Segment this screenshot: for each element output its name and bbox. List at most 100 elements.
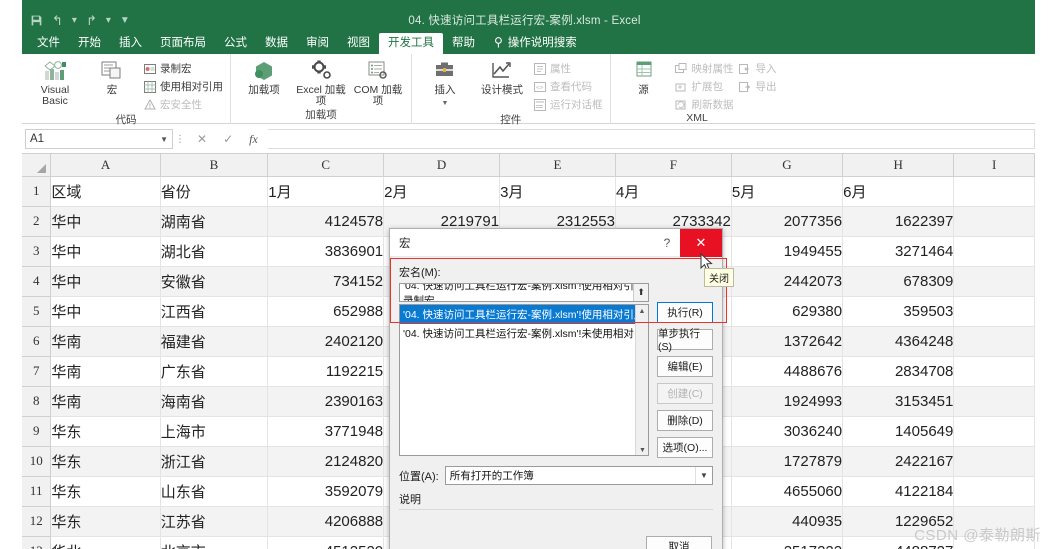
column-header-H[interactable]: H bbox=[842, 154, 955, 177]
column-header-A[interactable]: A bbox=[50, 154, 161, 177]
cell-I5[interactable] bbox=[953, 296, 1035, 327]
macro-dialog-button-0[interactable]: 执行(R) bbox=[657, 302, 713, 323]
macro-name-input[interactable]: '04. 快速访问工具栏运行宏-案例.xlsm'!使用相对引用录制宏 ⬆ bbox=[399, 283, 649, 302]
cell-G10[interactable]: 1727879 bbox=[731, 446, 844, 477]
cell-H1[interactable]: 6月 bbox=[842, 176, 955, 207]
ribbon-tab-0[interactable]: 文件 bbox=[28, 33, 69, 54]
use-relative-references-button[interactable]: 使用相对引用 bbox=[143, 79, 223, 94]
insert-control-dropdown-icon[interactable]: ▼ bbox=[442, 98, 449, 109]
cell-C3[interactable]: 3836901 bbox=[267, 236, 385, 267]
cell-H8[interactable]: 3153451 bbox=[842, 386, 955, 417]
name-box[interactable]: A1 ▼ bbox=[25, 129, 173, 149]
cell-I1[interactable] bbox=[953, 176, 1035, 207]
cell-H10[interactable]: 2422167 bbox=[842, 446, 955, 477]
cell-A12[interactable]: 华东 bbox=[50, 506, 161, 537]
cell-G11[interactable]: 4655060 bbox=[731, 476, 844, 507]
cell-A10[interactable]: 华东 bbox=[50, 446, 161, 477]
row-header-9[interactable]: 9 bbox=[22, 416, 52, 447]
chevron-down-icon[interactable]: ▼ bbox=[695, 467, 712, 484]
help-icon[interactable]: ? bbox=[654, 236, 680, 250]
cell-G8[interactable]: 1924993 bbox=[731, 386, 844, 417]
cell-B11[interactable]: 山东省 bbox=[160, 476, 269, 507]
cell-B5[interactable]: 江西省 bbox=[160, 296, 269, 327]
row-header-5[interactable]: 5 bbox=[22, 296, 52, 327]
com-addins-button[interactable]: COM 加载项 bbox=[352, 59, 404, 107]
cell-B12[interactable]: 江苏省 bbox=[160, 506, 269, 537]
visual-basic-button[interactable]: Visual Basic bbox=[29, 59, 81, 107]
cell-G5[interactable]: 629380 bbox=[731, 296, 844, 327]
cell-B1[interactable]: 省份 bbox=[160, 176, 269, 207]
cell-H2[interactable]: 1622397 bbox=[842, 206, 955, 237]
cell-B4[interactable]: 安徽省 bbox=[160, 266, 269, 297]
cell-A2[interactable]: 华中 bbox=[50, 206, 161, 237]
cancel-icon[interactable]: ✕ bbox=[197, 132, 207, 146]
ribbon-tab-1[interactable]: 开始 bbox=[69, 33, 110, 54]
view-code-button[interactable]: <> 查看代码 bbox=[533, 79, 603, 94]
cell-C4[interactable]: 734152 bbox=[267, 266, 385, 297]
cell-I2[interactable] bbox=[953, 206, 1035, 237]
column-header-E[interactable]: E bbox=[499, 154, 616, 177]
macro-name-spinner-icon[interactable]: ⬆ bbox=[633, 284, 648, 301]
cell-H4[interactable]: 678309 bbox=[842, 266, 955, 297]
cell-C7[interactable]: 1192215 bbox=[267, 356, 385, 387]
cell-C1[interactable]: 1月 bbox=[267, 176, 385, 207]
ribbon-tab-4[interactable]: 公式 bbox=[215, 33, 256, 54]
cell-C9[interactable]: 3771948 bbox=[267, 416, 385, 447]
cell-H11[interactable]: 4122184 bbox=[842, 476, 955, 507]
cell-G13[interactable]: 2517222 bbox=[731, 536, 844, 549]
formula-input[interactable] bbox=[267, 129, 1035, 149]
cell-B3[interactable]: 湖北省 bbox=[160, 236, 269, 267]
cell-H3[interactable]: 3271464 bbox=[842, 236, 955, 267]
row-header-13[interactable]: 13 bbox=[22, 536, 52, 549]
cell-G9[interactable]: 3036240 bbox=[731, 416, 844, 447]
cell-I7[interactable] bbox=[953, 356, 1035, 387]
cell-A9[interactable]: 华东 bbox=[50, 416, 161, 447]
xml-source-button[interactable]: 源 bbox=[618, 59, 670, 96]
cell-A7[interactable]: 华南 bbox=[50, 356, 161, 387]
macro-list-scrollbar[interactable]: ▲ ▼ bbox=[635, 305, 648, 455]
ribbon-tab-3[interactable]: 页面布局 bbox=[151, 33, 215, 54]
macro-dialog-button-4[interactable]: 删除(D) bbox=[657, 410, 713, 431]
scroll-down-icon[interactable]: ▼ bbox=[636, 444, 648, 455]
cell-G6[interactable]: 1372642 bbox=[731, 326, 844, 357]
row-header-12[interactable]: 12 bbox=[22, 506, 52, 537]
expansion-pack-button[interactable]: 扩展包 bbox=[675, 79, 734, 94]
cell-B6[interactable]: 福建省 bbox=[160, 326, 269, 357]
macro-button[interactable]: 宏 bbox=[86, 59, 138, 96]
macro-security-button[interactable]: 宏安全性 bbox=[143, 97, 223, 112]
cell-C8[interactable]: 2390163 bbox=[267, 386, 385, 417]
ribbon-tab-2[interactable]: 插入 bbox=[110, 33, 151, 54]
cancel-button[interactable]: 取消 bbox=[646, 536, 712, 549]
column-header-B[interactable]: B bbox=[160, 154, 269, 177]
cell-H5[interactable]: 359503 bbox=[842, 296, 955, 327]
cell-A6[interactable]: 华南 bbox=[50, 326, 161, 357]
select-all-corner[interactable] bbox=[22, 154, 52, 177]
row-header-4[interactable]: 4 bbox=[22, 266, 52, 297]
cell-F1[interactable]: 4月 bbox=[615, 176, 732, 207]
record-macro-button[interactable]: 录制宏 bbox=[143, 61, 223, 76]
macro-dialog-button-1[interactable]: 单步执行(S) bbox=[657, 328, 713, 353]
addins-button[interactable]: 加载项 bbox=[238, 59, 290, 96]
cell-B13[interactable]: 北京市 bbox=[160, 536, 269, 549]
cell-B10[interactable]: 浙江省 bbox=[160, 446, 269, 477]
column-header-F[interactable]: F bbox=[615, 154, 732, 177]
cell-A8[interactable]: 华南 bbox=[50, 386, 161, 417]
macro-list-item[interactable]: '04. 快速访问工具栏运行宏-案例.xlsm'!未使用相对引用录制宏 bbox=[400, 324, 648, 343]
export-button[interactable]: 导出 bbox=[739, 79, 777, 94]
row-header-3[interactable]: 3 bbox=[22, 236, 52, 267]
confirm-icon[interactable]: ✓ bbox=[223, 132, 233, 146]
cell-C13[interactable]: 4512520 bbox=[267, 536, 385, 549]
map-properties-button[interactable]: 映射属性 bbox=[675, 61, 734, 76]
row-header-8[interactable]: 8 bbox=[22, 386, 52, 417]
cell-A11[interactable]: 华东 bbox=[50, 476, 161, 507]
cell-H7[interactable]: 2834708 bbox=[842, 356, 955, 387]
cell-I10[interactable] bbox=[953, 446, 1035, 477]
cell-D1[interactable]: 2月 bbox=[383, 176, 501, 207]
cell-H9[interactable]: 1405649 bbox=[842, 416, 955, 447]
row-header-7[interactable]: 7 bbox=[22, 356, 52, 387]
scroll-up-icon[interactable]: ▲ bbox=[636, 305, 648, 318]
macro-list[interactable]: '04. 快速访问工具栏运行宏-案例.xlsm'!使用相对引用录制宏 '04. 快… bbox=[399, 304, 649, 456]
cell-G2[interactable]: 2077356 bbox=[731, 206, 844, 237]
cell-A3[interactable]: 华中 bbox=[50, 236, 161, 267]
row-header-10[interactable]: 10 bbox=[22, 446, 52, 477]
